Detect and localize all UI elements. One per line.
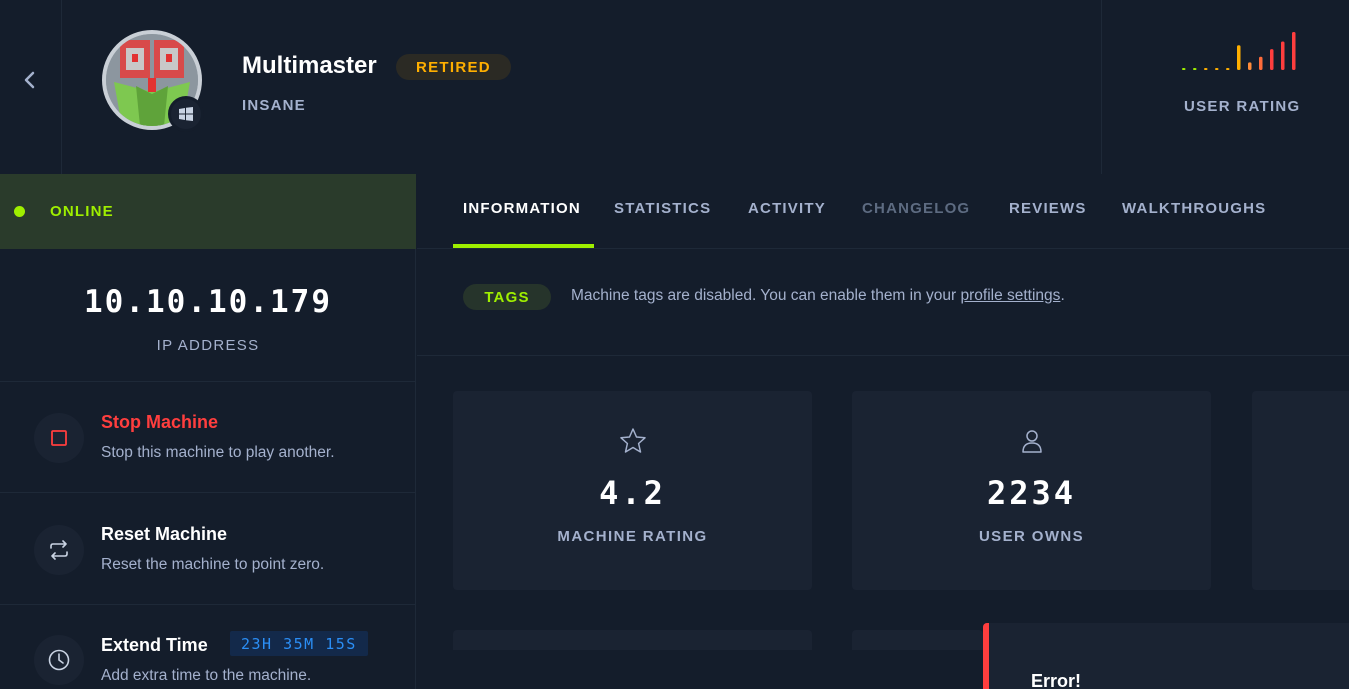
star-icon <box>620 428 646 453</box>
user-owns-value: 2234 <box>986 474 1077 512</box>
tab-statistics[interactable]: STATISTICS <box>614 200 711 217</box>
difficulty-label: INSANE <box>242 97 306 114</box>
tags-message-suffix: . <box>1060 287 1065 304</box>
reset-icon <box>50 540 68 560</box>
rating-bar <box>1270 49 1274 70</box>
error-toast-title: Error! <box>1031 671 1082 689</box>
machine-rating-label: MACHINE RATING <box>557 528 708 545</box>
reset-machine-desc: Reset the machine to point zero. <box>101 556 325 573</box>
rating-bar <box>1292 32 1296 70</box>
tab-reviews[interactable]: REVIEWS <box>1009 200 1087 217</box>
stop-machine-desc: Stop this machine to play another. <box>101 444 335 461</box>
divider <box>0 604 416 605</box>
windows-os-badge <box>168 96 204 132</box>
rating-bar <box>1193 68 1197 70</box>
extend-time-title[interactable]: Extend Time <box>101 635 208 656</box>
user-icon <box>1022 430 1042 453</box>
error-toast[interactable]: Error! <box>983 623 1349 689</box>
divider <box>0 381 416 382</box>
tab-changelog: CHANGELOG <box>862 200 971 217</box>
stop-machine-title[interactable]: Stop Machine <box>101 412 218 433</box>
rating-bar <box>1226 68 1230 70</box>
reset-machine-button[interactable] <box>34 525 84 575</box>
rating-bar <box>1204 68 1208 70</box>
machine-avatar <box>102 30 204 132</box>
active-tab-indicator <box>453 244 594 248</box>
divider <box>0 492 416 493</box>
tags-pill: TAGS <box>463 284 551 310</box>
stat-card-partial <box>453 630 812 650</box>
ip-address-value[interactable]: 10.10.10.179 <box>0 284 416 320</box>
reset-machine-title[interactable]: Reset Machine <box>101 524 227 545</box>
status-badge: RETIRED <box>396 54 511 80</box>
stat-card-partial <box>852 630 983 650</box>
profile-settings-link[interactable]: profile settings <box>960 287 1060 304</box>
rating-bar <box>1182 68 1186 70</box>
rating-bar <box>1281 41 1285 70</box>
stop-machine-button[interactable] <box>34 413 84 463</box>
machine-header: Multimaster RETIRED INSANE USER RATING <box>0 0 1349 174</box>
extend-time-button[interactable] <box>34 635 84 685</box>
stat-card-partial <box>1252 391 1349 590</box>
machine-name: Multimaster <box>242 52 377 79</box>
rating-bar <box>1237 45 1241 70</box>
back-button[interactable] <box>0 0 62 174</box>
chevron-left-icon <box>24 71 35 89</box>
divider <box>417 355 1349 356</box>
extend-time-desc: Add extra time to the machine. <box>101 667 312 684</box>
user-owns-label: USER OWNS <box>978 528 1085 545</box>
user-rating-panel: USER RATING <box>1101 0 1349 174</box>
user-rating-label: USER RATING <box>1184 98 1301 115</box>
tab-activity[interactable]: ACTIVITY <box>748 200 826 217</box>
machine-rating-value: 4.2 <box>599 474 666 512</box>
tags-message-text: Machine tags are disabled. You can enabl… <box>571 287 961 304</box>
online-status: ONLINE <box>50 203 114 220</box>
tab-information[interactable]: INFORMATION <box>463 200 581 217</box>
time-remaining-badge: 23H 35M 15S <box>230 631 368 656</box>
clock-icon <box>48 649 70 671</box>
rating-bar <box>1259 56 1263 70</box>
user-rating-bars <box>1182 32 1296 70</box>
rating-bar <box>1248 62 1252 70</box>
rating-bar <box>1215 68 1219 70</box>
tags-disabled-message: Machine tags are disabled. You can enabl… <box>571 287 1065 305</box>
tab-walkthroughs[interactable]: WALKTHROUGHS <box>1122 200 1266 217</box>
windows-icon <box>179 107 193 121</box>
online-indicator <box>14 206 25 217</box>
stop-icon <box>51 430 67 446</box>
ip-address-label: IP ADDRESS <box>156 337 260 354</box>
